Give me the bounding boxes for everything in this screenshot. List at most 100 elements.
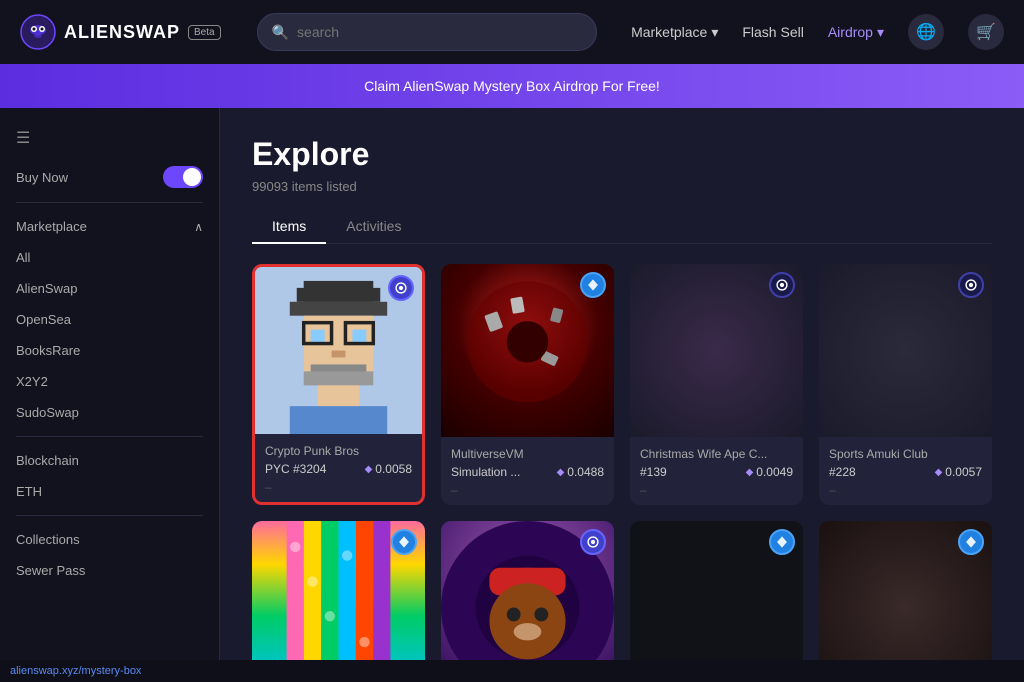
chain-badge-4 [391, 529, 417, 555]
search-bar[interactable]: 🔍 [257, 13, 597, 51]
nft-bottom-3: #228 ◆ 0.0057 [829, 465, 982, 479]
chain-badge-3 [958, 272, 984, 298]
buy-now-toggle-row: Buy Now [0, 160, 219, 194]
nft-image-0 [255, 267, 422, 434]
nft-price-2: ◆ 0.0049 [746, 465, 793, 479]
chain-badge-2 [769, 272, 795, 298]
nft-grid: Crypto Punk Bros PYC #3204 ◆ 0.0058 – [252, 264, 992, 682]
nft-collection-0: Crypto Punk Bros [265, 444, 412, 458]
sidebar-item-eth[interactable]: ETH [0, 476, 219, 507]
sidebar-divider-2 [16, 436, 203, 437]
items-count: 99093 items listed [252, 179, 992, 194]
main-layout: ☰ Buy Now Marketplace ∧ All AlienSwap Op… [0, 108, 1024, 682]
sidebar-item-alienswap[interactable]: AlienSwap [0, 273, 219, 304]
chain-badge-5 [580, 529, 606, 555]
nft-card-7[interactable] [819, 521, 992, 682]
eth-icon-3: ◆ [935, 467, 943, 478]
sidebar-item-marketplace[interactable]: Marketplace ∧ [0, 211, 219, 242]
nft-collection-1: MultiverseVM [451, 447, 604, 461]
chevron-down-icon: ▾ [877, 24, 884, 41]
nft-bottom-0: PYC #3204 ◆ 0.0058 [265, 462, 412, 476]
search-input[interactable] [297, 24, 582, 40]
marketplace-nav-link[interactable]: Marketplace ▾ [631, 24, 718, 41]
globe-button[interactable]: 🌐 [908, 14, 944, 50]
nft-info-2: Christmas Wife Ape C... #139 ◆ 0.0049 – [630, 437, 803, 505]
logo-text: ALIENSWAP [64, 22, 180, 43]
eth-icon-0: ◆ [365, 464, 373, 475]
sidebar-item-collections[interactable]: Collections [0, 524, 219, 555]
sidebar-divider-1 [16, 202, 203, 203]
nav-links: Marketplace ▾ Flash Sell Airdrop ▾ 🌐 🛒 [631, 14, 1004, 50]
nft-image-1 [441, 264, 614, 437]
nft-dash-3: – [829, 483, 982, 497]
eth-icon-2: ◆ [746, 467, 754, 478]
nft-card-4[interactable] [252, 521, 425, 682]
nft-bottom-1: Simulation ... ◆ 0.0488 [451, 465, 604, 479]
eth-icon-1: ◆ [557, 467, 565, 478]
nft-dash-2: – [640, 483, 793, 497]
nft-price-0: ◆ 0.0058 [365, 462, 412, 476]
nft-info-1: MultiverseVM Simulation ... ◆ 0.0488 – [441, 437, 614, 505]
chevron-down-icon: ▾ [711, 24, 718, 41]
buy-now-label: Buy Now [16, 170, 68, 185]
nft-dash-1: – [451, 483, 604, 497]
menu-icon[interactable]: ☰ [16, 128, 30, 148]
nft-price-1: ◆ 0.0488 [557, 465, 604, 479]
chain-badge-6 [769, 529, 795, 555]
nft-info-3: Sports Amuki Club #228 ◆ 0.0057 – [819, 437, 992, 505]
nft-dash-0: – [265, 480, 412, 494]
sidebar-item-booksrare[interactable]: BooksRare [0, 335, 219, 366]
nft-card-6[interactable] [630, 521, 803, 682]
flash-sell-nav-link[interactable]: Flash Sell [742, 24, 803, 40]
nft-id-2: #139 [640, 465, 667, 479]
nft-id-0: PYC #3204 [265, 462, 326, 476]
sidebar-divider-3 [16, 515, 203, 516]
sidebar-item-sewer-pass[interactable]: Sewer Pass [0, 555, 219, 586]
sidebar-item-sudoswap[interactable]: SudoSwap [0, 397, 219, 428]
promo-banner[interactable]: Claim AlienSwap Mystery Box Airdrop For … [0, 64, 1024, 108]
sidebar-item-all[interactable]: All [0, 242, 219, 273]
page-title: Explore [252, 136, 992, 173]
tabs-bar: Items Activities [252, 210, 992, 244]
buy-now-toggle[interactable] [163, 166, 203, 188]
logo-area[interactable]: ALIENSWAP Beta [20, 14, 221, 50]
chain-badge-1 [580, 272, 606, 298]
tab-activities[interactable]: Activities [326, 210, 421, 244]
nft-image-7 [819, 521, 992, 682]
statusbar: alienswap.xyz/mystery-box [0, 660, 1024, 682]
nft-collection-2: Christmas Wife Ape C... [640, 447, 793, 461]
nft-price-3: ◆ 0.0057 [935, 465, 982, 479]
status-url: alienswap.xyz/mystery-box [10, 665, 141, 677]
airdrop-nav-link[interactable]: Airdrop ▾ [828, 24, 884, 41]
nft-image-4 [252, 521, 425, 682]
nft-card-0[interactable]: Crypto Punk Bros PYC #3204 ◆ 0.0058 – [252, 264, 425, 505]
main-content: Explore 99093 items listed Items Activit… [220, 108, 1024, 682]
search-icon: 🔍 [272, 24, 289, 41]
sidebar-item-blockchain[interactable]: Blockchain [0, 445, 219, 476]
cart-button[interactable]: 🛒 [968, 14, 1004, 50]
nft-card-5[interactable] [441, 521, 614, 682]
sidebar-item-opensea[interactable]: OpenSea [0, 304, 219, 335]
sidebar-header: ☰ [0, 124, 219, 160]
nft-id-3: #228 [829, 465, 856, 479]
nft-info-0: Crypto Punk Bros PYC #3204 ◆ 0.0058 – [255, 434, 422, 502]
nft-image-5 [441, 521, 614, 682]
sidebar: ☰ Buy Now Marketplace ∧ All AlienSwap Op… [0, 108, 220, 682]
nft-id-1: Simulation ... [451, 465, 520, 479]
logo-icon [20, 14, 56, 50]
chevron-up-icon: ∧ [194, 220, 203, 234]
nft-card-3[interactable]: Sports Amuki Club #228 ◆ 0.0057 – [819, 264, 992, 505]
sidebar-item-x2y2[interactable]: X2Y2 [0, 366, 219, 397]
nft-image-2 [630, 264, 803, 437]
chain-badge-0 [388, 275, 414, 301]
topnav: ALIENSWAP Beta 🔍 Marketplace ▾ Flash Sel… [0, 0, 1024, 64]
nft-collection-3: Sports Amuki Club [829, 447, 982, 461]
nft-image-6 [630, 521, 803, 682]
nft-card-1[interactable]: MultiverseVM Simulation ... ◆ 0.0488 – [441, 264, 614, 505]
nft-bottom-2: #139 ◆ 0.0049 [640, 465, 793, 479]
beta-badge: Beta [188, 25, 221, 40]
tab-items[interactable]: Items [252, 210, 326, 244]
nft-card-2[interactable]: Christmas Wife Ape C... #139 ◆ 0.0049 – [630, 264, 803, 505]
chain-badge-7 [958, 529, 984, 555]
nft-image-3 [819, 264, 992, 437]
